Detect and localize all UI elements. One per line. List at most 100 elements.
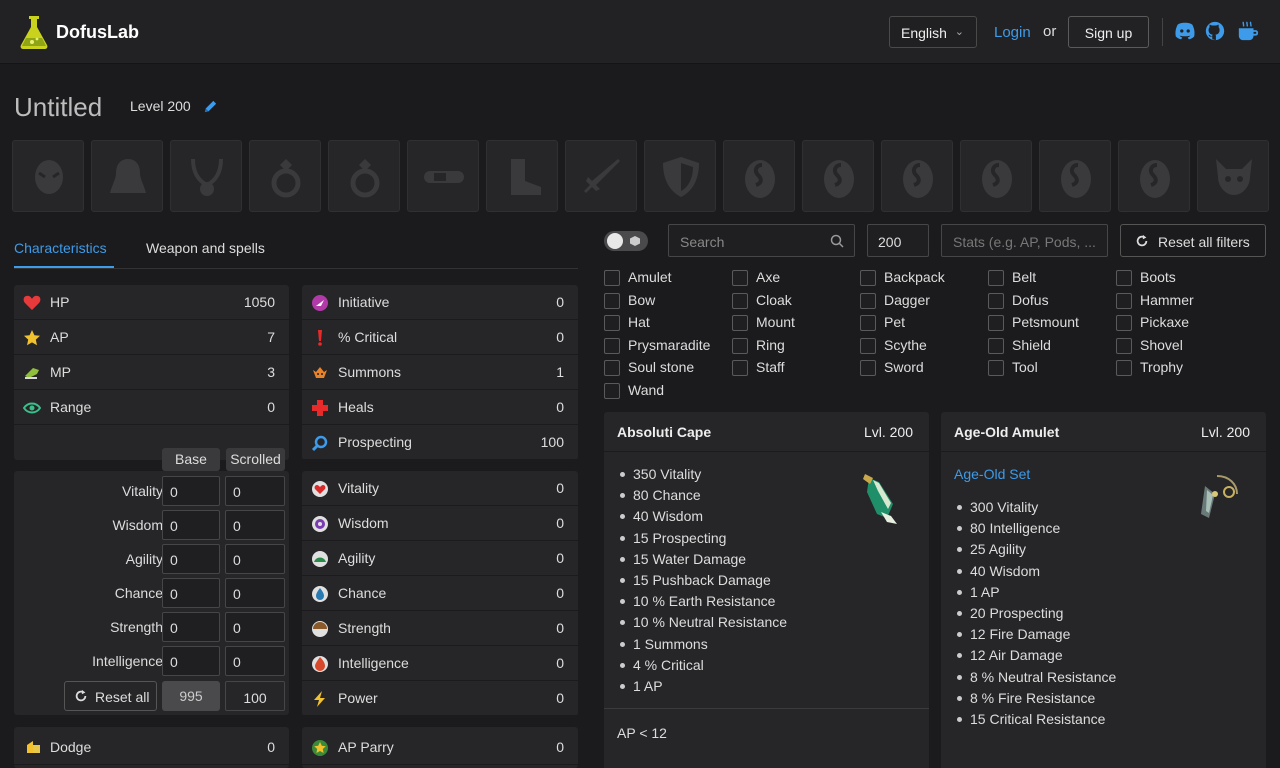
checkbox-box[interactable] bbox=[1116, 292, 1132, 309]
checkbox-box[interactable] bbox=[860, 270, 876, 286]
item-card[interactable]: Age-Old Amulet Lvl. 200 Age-Old Set 300 V… bbox=[941, 412, 1266, 768]
type-filter-checkbox[interactable]: Soul stone bbox=[604, 359, 694, 376]
base-stat-input[interactable]: 0 bbox=[162, 612, 220, 642]
type-filter-checkbox[interactable]: Belt bbox=[988, 269, 1036, 286]
type-filter-checkbox[interactable]: Tool bbox=[988, 359, 1038, 376]
equipment-slot-amulet[interactable] bbox=[170, 140, 242, 212]
equipment-slot-ring[interactable] bbox=[249, 140, 321, 212]
type-filter-checkbox[interactable]: Hat bbox=[604, 314, 650, 331]
equipment-slot-dofus[interactable] bbox=[960, 140, 1032, 212]
edit-pencil-icon[interactable] bbox=[203, 99, 218, 114]
type-filter-checkbox[interactable]: Dagger bbox=[860, 292, 930, 309]
flask-logo-icon[interactable] bbox=[18, 14, 50, 50]
build-title[interactable]: Untitled bbox=[14, 92, 102, 123]
checkbox-box[interactable] bbox=[604, 337, 620, 354]
checkbox-box[interactable] bbox=[1116, 360, 1132, 376]
equipment-slot-boots[interactable] bbox=[486, 140, 558, 212]
checkbox-box[interactable] bbox=[604, 382, 620, 399]
equipment-slot-hat[interactable] bbox=[12, 140, 84, 212]
scrolled-stat-input[interactable]: 0 bbox=[225, 544, 285, 574]
type-filter-checkbox[interactable]: Shield bbox=[988, 337, 1051, 354]
tab-weapon-and-spells[interactable]: Weapon and spells bbox=[146, 240, 265, 256]
equipment-slot-shield[interactable] bbox=[644, 140, 716, 212]
checkbox-box[interactable] bbox=[604, 315, 620, 331]
checkbox-box[interactable] bbox=[604, 270, 620, 286]
type-filter-checkbox[interactable]: Bow bbox=[604, 292, 655, 309]
type-filter-checkbox[interactable]: Ring bbox=[732, 337, 785, 354]
coffee-icon[interactable] bbox=[1236, 20, 1260, 42]
language-select[interactable]: English ⌄ bbox=[889, 16, 977, 48]
item-card[interactable]: Absoluti Cape Lvl. 200 350 Vitality 80 Cha… bbox=[604, 412, 929, 768]
checkbox-box[interactable] bbox=[732, 270, 748, 286]
base-stat-input[interactable]: 0 bbox=[162, 544, 220, 574]
reset-filters-button[interactable]: Reset all filters bbox=[1120, 224, 1266, 257]
scrolled-stat-input[interactable]: 0 bbox=[225, 646, 285, 676]
type-filter-checkbox[interactable]: Shovel bbox=[1116, 337, 1183, 354]
app-name[interactable]: DofusLab bbox=[56, 22, 139, 43]
base-stat-input[interactable]: 0 bbox=[162, 578, 220, 608]
discord-icon[interactable] bbox=[1174, 20, 1196, 42]
item-set-link[interactable]: Age-Old Set bbox=[954, 466, 1030, 482]
equipment-slot-ring[interactable] bbox=[328, 140, 400, 212]
type-filter-checkbox[interactable]: Scythe bbox=[860, 337, 927, 354]
equipment-slot-dofus[interactable] bbox=[881, 140, 953, 212]
base-stat-input[interactable]: 0 bbox=[162, 476, 220, 506]
reset-all-button[interactable]: Reset all bbox=[64, 681, 157, 711]
scrolled-stat-input[interactable]: 0 bbox=[225, 510, 285, 540]
github-icon[interactable] bbox=[1204, 20, 1226, 42]
type-filter-checkbox[interactable]: Amulet bbox=[604, 269, 672, 286]
type-filter-checkbox[interactable]: Cloak bbox=[732, 292, 792, 309]
checkbox-box[interactable] bbox=[604, 360, 620, 376]
login-link[interactable]: Login bbox=[994, 24, 1031, 41]
scrolled-stat-input[interactable]: 0 bbox=[225, 578, 285, 608]
checkbox-box[interactable] bbox=[604, 292, 620, 309]
type-filter-checkbox[interactable]: Staff bbox=[732, 359, 785, 376]
type-filter-checkbox[interactable]: Backpack bbox=[860, 269, 945, 286]
checkbox-box[interactable] bbox=[988, 315, 1004, 331]
type-filter-checkbox[interactable]: Trophy bbox=[1116, 359, 1183, 376]
checkbox-box[interactable] bbox=[732, 315, 748, 331]
equipment-slot-dofus[interactable] bbox=[1118, 140, 1190, 212]
view-toggle[interactable] bbox=[604, 231, 648, 251]
type-filter-checkbox[interactable]: Wand bbox=[604, 382, 664, 399]
checkbox-box[interactable] bbox=[988, 360, 1004, 376]
signup-button[interactable]: Sign up bbox=[1068, 16, 1149, 48]
type-filter-checkbox[interactable]: Sword bbox=[860, 359, 924, 376]
type-filter-checkbox[interactable]: Boots bbox=[1116, 269, 1176, 286]
type-filter-checkbox[interactable]: Dofus bbox=[988, 292, 1049, 309]
checkbox-box[interactable] bbox=[732, 360, 748, 376]
search-input[interactable]: Search bbox=[668, 224, 855, 257]
checkbox-box[interactable] bbox=[1116, 315, 1132, 331]
scrolled-stat-input[interactable]: 0 bbox=[225, 476, 285, 506]
equipment-slot-belt[interactable] bbox=[407, 140, 479, 212]
stats-filter-input[interactable]: Stats (e.g. AP, Pods, ... bbox=[941, 224, 1108, 257]
checkbox-box[interactable] bbox=[988, 270, 1004, 286]
equipment-slot-cloak[interactable] bbox=[91, 140, 163, 212]
checkbox-box[interactable] bbox=[860, 292, 876, 309]
base-stat-input[interactable]: 0 bbox=[162, 646, 220, 676]
checkbox-box[interactable] bbox=[732, 337, 748, 354]
type-filter-checkbox[interactable]: Pet bbox=[860, 314, 905, 331]
equipment-slot-dofus[interactable] bbox=[723, 140, 795, 212]
equipment-slot-dofus[interactable] bbox=[802, 140, 874, 212]
checkbox-box[interactable] bbox=[988, 292, 1004, 309]
type-filter-checkbox[interactable]: Mount bbox=[732, 314, 795, 331]
checkbox-box[interactable] bbox=[732, 292, 748, 309]
type-filter-checkbox[interactable]: Prysmaradite bbox=[604, 337, 710, 354]
type-filter-checkbox[interactable]: Axe bbox=[732, 269, 780, 286]
type-filter-checkbox[interactable]: Petsmount bbox=[988, 314, 1079, 331]
checkbox-box[interactable] bbox=[988, 337, 1004, 354]
checkbox-box[interactable] bbox=[1116, 270, 1132, 286]
equipment-slot-pet[interactable] bbox=[1197, 140, 1269, 212]
checkbox-box[interactable] bbox=[860, 360, 876, 376]
scrolled-stat-input[interactable]: 0 bbox=[225, 612, 285, 642]
type-filter-checkbox[interactable]: Pickaxe bbox=[1116, 314, 1189, 331]
tab-characteristics[interactable]: Characteristics bbox=[14, 240, 107, 256]
base-stat-input[interactable]: 0 bbox=[162, 510, 220, 540]
equipment-slot-weapon[interactable] bbox=[565, 140, 637, 212]
checkbox-box[interactable] bbox=[860, 315, 876, 331]
type-filter-checkbox[interactable]: Hammer bbox=[1116, 292, 1194, 309]
level-filter-input[interactable]: 200 bbox=[867, 224, 929, 257]
checkbox-box[interactable] bbox=[860, 337, 876, 354]
checkbox-box[interactable] bbox=[1116, 337, 1132, 354]
